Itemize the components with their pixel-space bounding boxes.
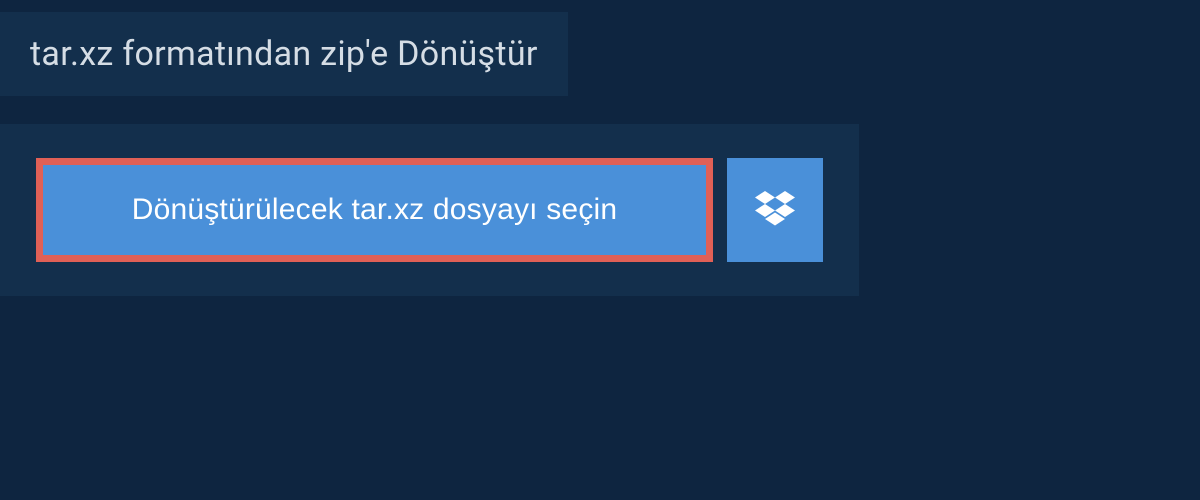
page-title: tar.xz formatından zip'e Dönüştür <box>30 34 538 74</box>
header-bar: tar.xz formatından zip'e Dönüştür <box>0 12 568 96</box>
dropbox-icon <box>755 191 795 229</box>
upload-panel: Dönüştürülecek tar.xz dosyayı seçin <box>0 124 859 296</box>
button-row: Dönüştürülecek tar.xz dosyayı seçin <box>36 158 823 262</box>
dropbox-button[interactable] <box>727 158 823 262</box>
select-file-button[interactable]: Dönüştürülecek tar.xz dosyayı seçin <box>36 158 713 262</box>
